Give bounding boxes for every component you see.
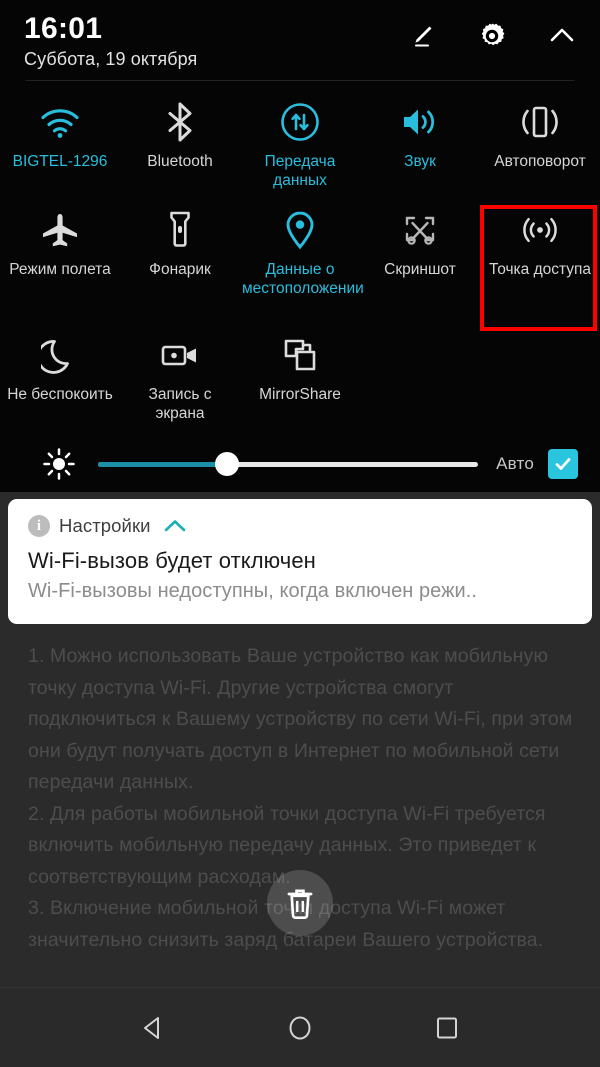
auto-rotate-icon — [518, 100, 562, 144]
quick-toggle-label: MirrorShare — [259, 386, 341, 403]
quick-toggle-screen-record[interactable]: Запись с экрана — [120, 321, 240, 426]
mirror-share-icon — [280, 333, 320, 377]
notification-card[interactable]: i Настройки Wi-Fi-вызов будет отключен W… — [8, 499, 592, 624]
quick-toggle-label: Bluetooth — [147, 153, 213, 170]
quick-toggle-auto-rotate[interactable]: Автоповорот — [480, 88, 600, 196]
settings-button[interactable] — [474, 18, 510, 54]
chevron-up-icon[interactable] — [162, 516, 188, 536]
notification-body: Wi-Fi-вызовы недоступны, когда включен р… — [28, 580, 477, 602]
edit-icon — [415, 26, 432, 47]
quick-toggle-row-2: Режим полета Фонарик Данные о местополож… — [0, 196, 600, 321]
quick-toggle-screenshot[interactable]: Скриншот — [360, 196, 480, 321]
brightness-slider[interactable] — [98, 452, 479, 476]
mobile-data-icon — [279, 100, 321, 144]
quick-toggle-bluetooth[interactable]: Bluetooth — [120, 88, 240, 196]
square-recents-icon — [436, 1017, 457, 1038]
quick-toggle-label: BIGTEL-1296 — [12, 153, 108, 170]
quick-toggle-mirrorshare[interactable]: MirrorShare — [240, 321, 360, 426]
trash-icon — [287, 889, 313, 919]
checkmark-icon — [555, 458, 571, 470]
quick-toggle-airplane-mode[interactable]: Режим полета — [0, 196, 120, 321]
screenshot-scissors-icon — [399, 208, 441, 252]
quick-toggle-label: Передача данных — [264, 153, 336, 189]
bluetooth-icon — [165, 100, 195, 144]
quick-toggle-label: Скриншот — [384, 261, 456, 278]
screen-record-icon — [158, 333, 202, 377]
quick-toggle-row-1: BIGTEL-1296 Bluetooth Передача данных Зв… — [0, 88, 600, 196]
hotspot-icon — [519, 208, 561, 252]
brightness-bulb-icon — [42, 447, 76, 481]
quick-toggle-empty-1 — [360, 321, 480, 426]
quick-toggle-label: Фонарик — [149, 261, 211, 278]
home-button[interactable] — [272, 1000, 328, 1056]
system-navigation-bar — [0, 987, 600, 1067]
shade-header: 16:01 Суббота, 19 октября — [0, 0, 600, 82]
collapse-shade-button[interactable] — [544, 18, 580, 54]
trash-icon-button[interactable] — [267, 870, 333, 936]
triangle-back-icon — [144, 1016, 160, 1039]
notification-app-name: Настройки — [59, 515, 151, 536]
airplane-icon — [39, 208, 81, 252]
brightness-row: Авто — [0, 436, 600, 492]
quick-toggle-label: Запись с экрана — [148, 386, 212, 422]
info-circle-icon: i — [28, 515, 50, 537]
quick-toggle-sound[interactable]: Звук — [360, 88, 480, 196]
auto-brightness-checkbox[interactable] — [548, 449, 578, 479]
quick-settings-shade: 16:01 Суббота, 19 октября BIGTEL-1296 Bl… — [0, 0, 600, 492]
location-pin-icon — [284, 208, 316, 252]
collapse-chevron-up-icon — [550, 28, 574, 42]
flashlight-icon — [166, 208, 194, 252]
quick-toggle-label: Точка доступа — [488, 261, 592, 278]
quick-toggle-do-not-disturb[interactable]: Не беспокоить — [0, 321, 120, 426]
quick-toggle-label: Не беспокоить — [7, 386, 113, 403]
quick-toggle-wifi[interactable]: BIGTEL-1296 — [0, 88, 120, 196]
settings-gear-icon — [481, 23, 505, 46]
recents-button[interactable] — [419, 1000, 475, 1056]
edit-button[interactable] — [404, 18, 440, 54]
notification-header: i Настройки — [28, 513, 572, 539]
quick-toggle-empty-2 — [480, 321, 600, 426]
quick-toggle-mobile-data[interactable]: Передача данных — [240, 88, 360, 196]
sound-icon — [399, 100, 441, 144]
circle-home-icon — [289, 1016, 311, 1039]
notification-title: Wi-Fi-вызов будет отключен — [28, 548, 316, 573]
quick-toggle-label: Данные о местоположении — [242, 261, 364, 297]
quick-toggle-grid: BIGTEL-1296 Bluetooth Передача данных Зв… — [0, 88, 600, 426]
wifi-icon — [39, 100, 81, 144]
header-divider — [26, 80, 574, 81]
moon-icon — [41, 333, 79, 377]
quick-toggle-label: Автоповорот — [494, 153, 586, 170]
slider-knob[interactable] — [215, 452, 240, 476]
quick-toggle-location[interactable]: Данные о местоположении — [240, 196, 364, 321]
quick-toggle-hotspot[interactable]: Точка доступа — [480, 196, 600, 321]
quick-toggle-label: Звук — [404, 153, 436, 170]
slider-fill — [98, 461, 228, 467]
auto-brightness-label: Авто — [496, 454, 534, 473]
header-action-group — [404, 18, 580, 54]
quick-toggle-flashlight[interactable]: Фонарик — [120, 196, 240, 321]
quick-toggle-row-3: Не беспокоить Запись с экрана MirrorShar… — [0, 321, 600, 426]
hotspot-paragraph-1: 1. Можно использовать Ваше устройство ка… — [28, 645, 573, 793]
back-button[interactable] — [125, 1000, 181, 1056]
quick-toggle-label: Режим полета — [9, 261, 111, 278]
